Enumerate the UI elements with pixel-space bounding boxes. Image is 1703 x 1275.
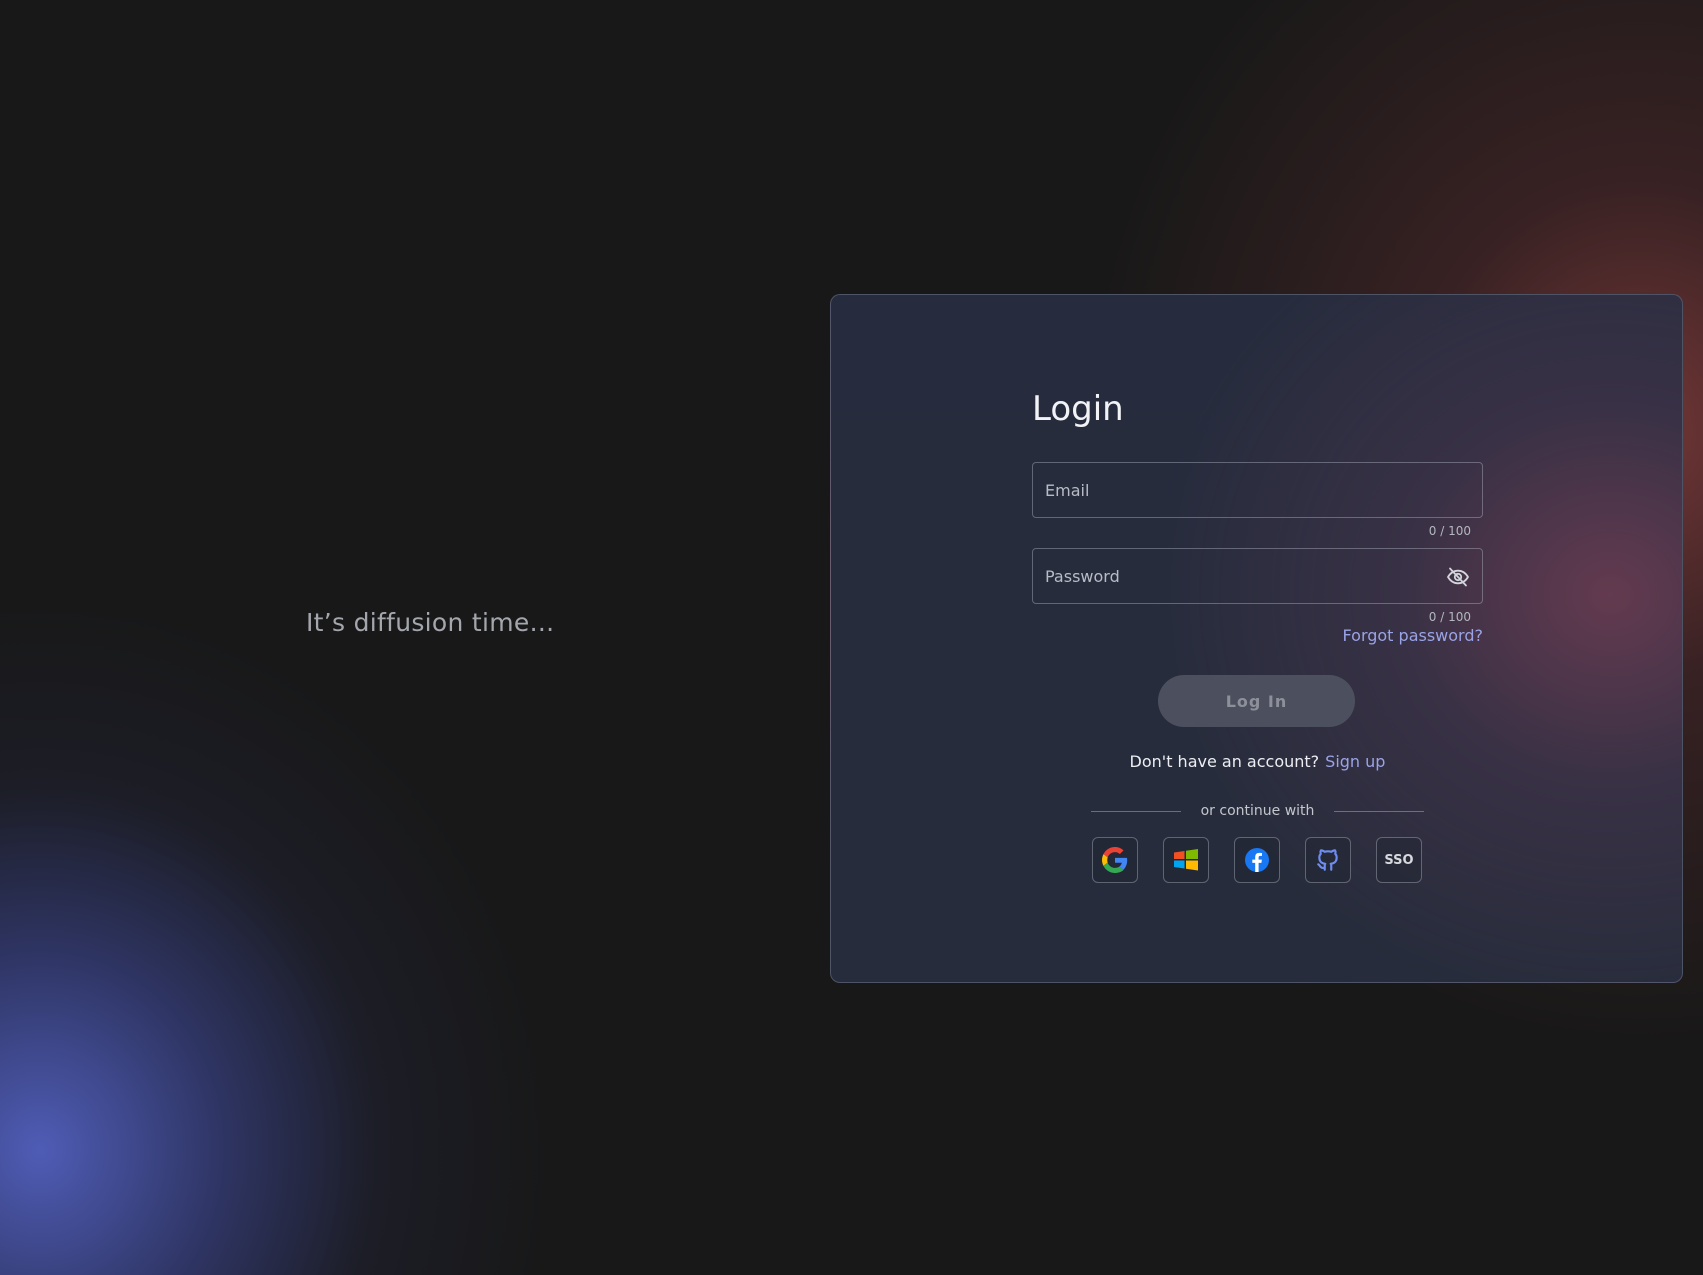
email-field-container: [1032, 462, 1483, 518]
sso-label: SSO: [1384, 852, 1414, 868]
login-card: Login 0 / 100 0 / 100 Forgot password? L…: [830, 294, 1683, 983]
facebook-login-button[interactable]: [1234, 837, 1280, 883]
password-field-container: [1032, 548, 1483, 604]
signup-link[interactable]: Sign up: [1325, 752, 1385, 771]
forgot-password-link[interactable]: Forgot password?: [1343, 626, 1483, 645]
tagline: It’s diffusion time...: [306, 608, 555, 637]
microsoft-login-button[interactable]: [1163, 837, 1209, 883]
microsoft-icon: [1174, 849, 1198, 871]
social-login-buttons: SSO: [1092, 837, 1425, 885]
google-login-button[interactable]: [1092, 837, 1138, 883]
github-icon: [1317, 849, 1338, 871]
page-title: Login: [1032, 389, 1124, 429]
eye-off-icon[interactable]: [1446, 565, 1470, 589]
login-page: It’s diffusion time... Login 0 / 100 0 /…: [0, 0, 1703, 1275]
social-divider: or continue with: [1091, 803, 1424, 821]
password-input[interactable]: [1033, 549, 1482, 603]
email-input[interactable]: [1033, 463, 1482, 517]
signup-row: Don't have an account? Sign up: [1032, 752, 1483, 771]
password-char-counter: 0 / 100: [1428, 610, 1471, 624]
divider-line-right: [1334, 811, 1424, 812]
email-char-counter: 0 / 100: [1428, 524, 1471, 538]
github-login-button[interactable]: [1305, 837, 1351, 883]
facebook-icon: [1245, 848, 1269, 872]
google-icon: [1102, 847, 1128, 873]
signup-prompt: Don't have an account?: [1129, 752, 1320, 771]
sso-login-button[interactable]: SSO: [1376, 837, 1422, 883]
login-button[interactable]: Log In: [1158, 675, 1355, 727]
